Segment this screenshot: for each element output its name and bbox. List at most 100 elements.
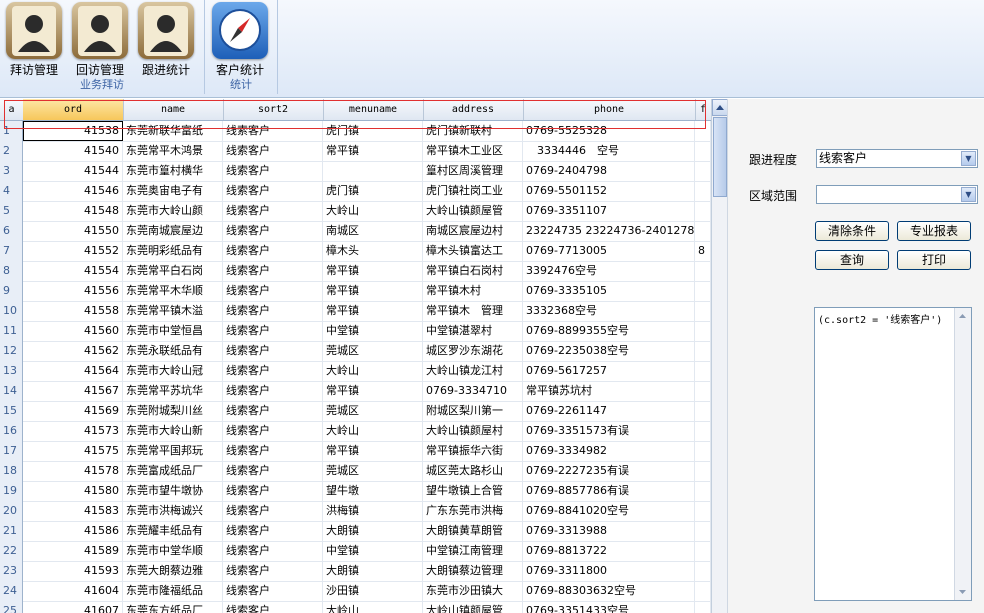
column-header[interactable]: name: [123, 99, 224, 120]
table-row[interactable]: 2 41540 东莞常平木鸿景 线索客户 常平镇 常平镇木工业区 3334446 空号: [0, 141, 711, 162]
table-cell[interactable]: 常平镇白石岗村: [423, 261, 523, 281]
table-cell[interactable]: 望牛墩镇上合管: [423, 481, 523, 501]
table-cell[interactable]: 0769-3311800: [523, 561, 695, 581]
table-cell[interactable]: [695, 281, 711, 301]
table-cell[interactable]: 常平镇振华六街: [423, 441, 523, 461]
table-cell[interactable]: 东莞市大岭山新: [123, 421, 223, 441]
table-cell[interactable]: 中堂镇湛翠村: [423, 321, 523, 341]
table-cell[interactable]: 虎门镇新联村: [423, 121, 523, 141]
scroll-up-arrow[interactable]: [712, 99, 728, 116]
table-row[interactable]: 11 41560 东莞市中堂恒昌 线索客户 中堂镇 中堂镇湛翠村 0769-8899355空…: [0, 321, 711, 342]
table-cell[interactable]: 41575: [23, 441, 123, 461]
table-cell[interactable]: 大岭山镇颜屋管: [423, 601, 523, 613]
table-cell[interactable]: 城区罗沙东湖花: [423, 341, 523, 361]
table-cell[interactable]: 大岭山: [323, 421, 423, 441]
table-cell[interactable]: 0769-88303632空号: [523, 581, 695, 601]
table-cell[interactable]: 41607: [23, 601, 123, 613]
table-row[interactable]: 18 41578 东莞富成纸品厂 线索客户 莞城区 城区莞太路杉山 0769-2227235…: [0, 461, 711, 482]
table-cell[interactable]: 东莞常平木华顺: [123, 281, 223, 301]
table-cell[interactable]: 洪梅镇: [323, 501, 423, 521]
table-cell[interactable]: 附城区梨川第一: [423, 401, 523, 421]
table-cell[interactable]: 沙田镇: [323, 581, 423, 601]
table-row[interactable]: 12 41562 东莞永联纸品有 线索客户 莞城区 城区罗沙东湖花 0769-2235038…: [0, 341, 711, 362]
table-row[interactable]: 16 41573 东莞市大岭山新 线索客户 大岭山 大岭山镇颜屋村 0769-3351573…: [0, 421, 711, 442]
table-cell[interactable]: 0769-3351573有误: [523, 421, 695, 441]
table-cell[interactable]: 0769-2235038空号: [523, 341, 695, 361]
table-cell[interactable]: 大岭山镇龙江村: [423, 361, 523, 381]
condition-textarea[interactable]: (c.sort2 = '线索客户'): [814, 307, 972, 601]
table-cell[interactable]: 41569: [23, 401, 123, 421]
table-cell[interactable]: 线索客户: [223, 461, 323, 481]
table-cell[interactable]: [695, 221, 711, 241]
table-cell[interactable]: 常平镇木工业区: [423, 141, 523, 161]
table-row[interactable]: 7 41552 东莞明彩纸品有 线索客户 樟木头 樟木头镇富达工 0769-7713005 8: [0, 241, 711, 262]
table-cell[interactable]: [695, 201, 711, 221]
table-cell[interactable]: 线索客户: [223, 561, 323, 581]
table-row[interactable]: 17 41575 东莞常平国邦玩 线索客户 常平镇 常平镇振华六街 0769-3334982: [0, 441, 711, 462]
table-cell[interactable]: 3332368空号: [523, 301, 695, 321]
table-cell[interactable]: 41554: [23, 261, 123, 281]
customer-grid[interactable]: a ord name sort2 menuname address phone f 1 4153…: [0, 99, 711, 613]
table-cell[interactable]: 0769-8841020空号: [523, 501, 695, 521]
table-cell[interactable]: 线索客户: [223, 501, 323, 521]
table-cell[interactable]: 线索客户: [223, 361, 323, 381]
table-cell[interactable]: 东莞常平镇木溢: [123, 301, 223, 321]
table-cell[interactable]: 0769-8899355空号: [523, 321, 695, 341]
table-cell[interactable]: [695, 161, 711, 181]
table-cell[interactable]: 线索客户: [223, 121, 323, 141]
table-cell[interactable]: 常平镇: [323, 441, 423, 461]
table-cell[interactable]: 虎门镇: [323, 181, 423, 201]
table-cell[interactable]: 东莞市中堂华顺: [123, 541, 223, 561]
table-cell[interactable]: 41544: [23, 161, 123, 181]
table-cell[interactable]: 莞城区: [323, 461, 423, 481]
table-cell[interactable]: 41550: [23, 221, 123, 241]
table-row[interactable]: 21 41586 东莞耀丰纸品有 线索客户 大朗镇 大朗镇黄草朗管 0769-3313988: [0, 521, 711, 542]
table-cell[interactable]: 东莞市洪梅诚兴: [123, 501, 223, 521]
table-cell[interactable]: 大岭山: [323, 601, 423, 613]
table-cell[interactable]: 东莞常平白石岗: [123, 261, 223, 281]
table-cell[interactable]: 常平镇: [323, 141, 423, 161]
table-cell[interactable]: 0769-8857786有误: [523, 481, 695, 501]
table-cell[interactable]: 常平镇木 管理: [423, 301, 523, 321]
table-row[interactable]: 5 41548 东莞市大岭山颜 线索客户 大岭山 大岭山镇颜屋管 0769-3351107: [0, 201, 711, 222]
table-cell[interactable]: 线索客户: [223, 181, 323, 201]
table-cell[interactable]: 41604: [23, 581, 123, 601]
pro-report-button[interactable]: 专业报表: [897, 221, 971, 241]
condition-scrollbar[interactable]: [954, 308, 971, 600]
table-cell[interactable]: 南城区: [323, 221, 423, 241]
table-cell[interactable]: 41538: [23, 121, 123, 141]
table-cell[interactable]: 0769-2261147: [523, 401, 695, 421]
table-cell[interactable]: 东莞常平苏坑华: [123, 381, 223, 401]
table-cell[interactable]: 东莞东方纸品厂: [123, 601, 223, 613]
table-row[interactable]: 25 41607 东莞东方纸品厂 线索客户 大岭山 大岭山镇颜屋管 0769-3351433…: [0, 601, 711, 613]
table-cell[interactable]: 线索客户: [223, 221, 323, 241]
table-cell[interactable]: 大朗镇: [323, 561, 423, 581]
table-cell[interactable]: 41573: [23, 421, 123, 441]
column-header[interactable]: address: [423, 99, 524, 120]
table-row[interactable]: 10 41558 东莞常平镇木溢 线索客户 常平镇 常平镇木 管理 3332368空号: [0, 301, 711, 322]
table-cell[interactable]: 41583: [23, 501, 123, 521]
table-cell[interactable]: [695, 521, 711, 541]
table-cell[interactable]: 41548: [23, 201, 123, 221]
table-cell[interactable]: 0769-5525328: [523, 121, 695, 141]
grid-corner-cell[interactable]: a: [0, 99, 24, 120]
table-cell[interactable]: 41556: [23, 281, 123, 301]
table-cell[interactable]: [695, 321, 711, 341]
table-cell[interactable]: 樟木头: [323, 241, 423, 261]
table-cell[interactable]: 篁村区周溪管理: [423, 161, 523, 181]
table-cell[interactable]: 大岭山镇颜屋管: [423, 201, 523, 221]
table-cell[interactable]: 线索客户: [223, 201, 323, 221]
table-cell[interactable]: 0769-3351107: [523, 201, 695, 221]
table-cell[interactable]: 东莞常平国邦玩: [123, 441, 223, 461]
table-row[interactable]: 13 41564 东莞市大岭山冠 线索客户 大岭山 大岭山镇龙江村 0769-5617257: [0, 361, 711, 382]
table-cell[interactable]: 东莞奥宙电子有: [123, 181, 223, 201]
table-row[interactable]: 22 41589 东莞市中堂华顺 线索客户 中堂镇 中堂镇江南管理 0769-8813722: [0, 541, 711, 562]
table-cell[interactable]: 41580: [23, 481, 123, 501]
table-cell[interactable]: 41562: [23, 341, 123, 361]
table-cell[interactable]: 大朗镇黄草朗管: [423, 521, 523, 541]
table-cell[interactable]: [695, 121, 711, 141]
table-cell[interactable]: 大朗镇: [323, 521, 423, 541]
table-cell[interactable]: 0769-3334710: [423, 381, 523, 401]
followup-stats-button[interactable]: 跟进统计: [134, 1, 198, 77]
table-cell[interactable]: 线索客户: [223, 261, 323, 281]
